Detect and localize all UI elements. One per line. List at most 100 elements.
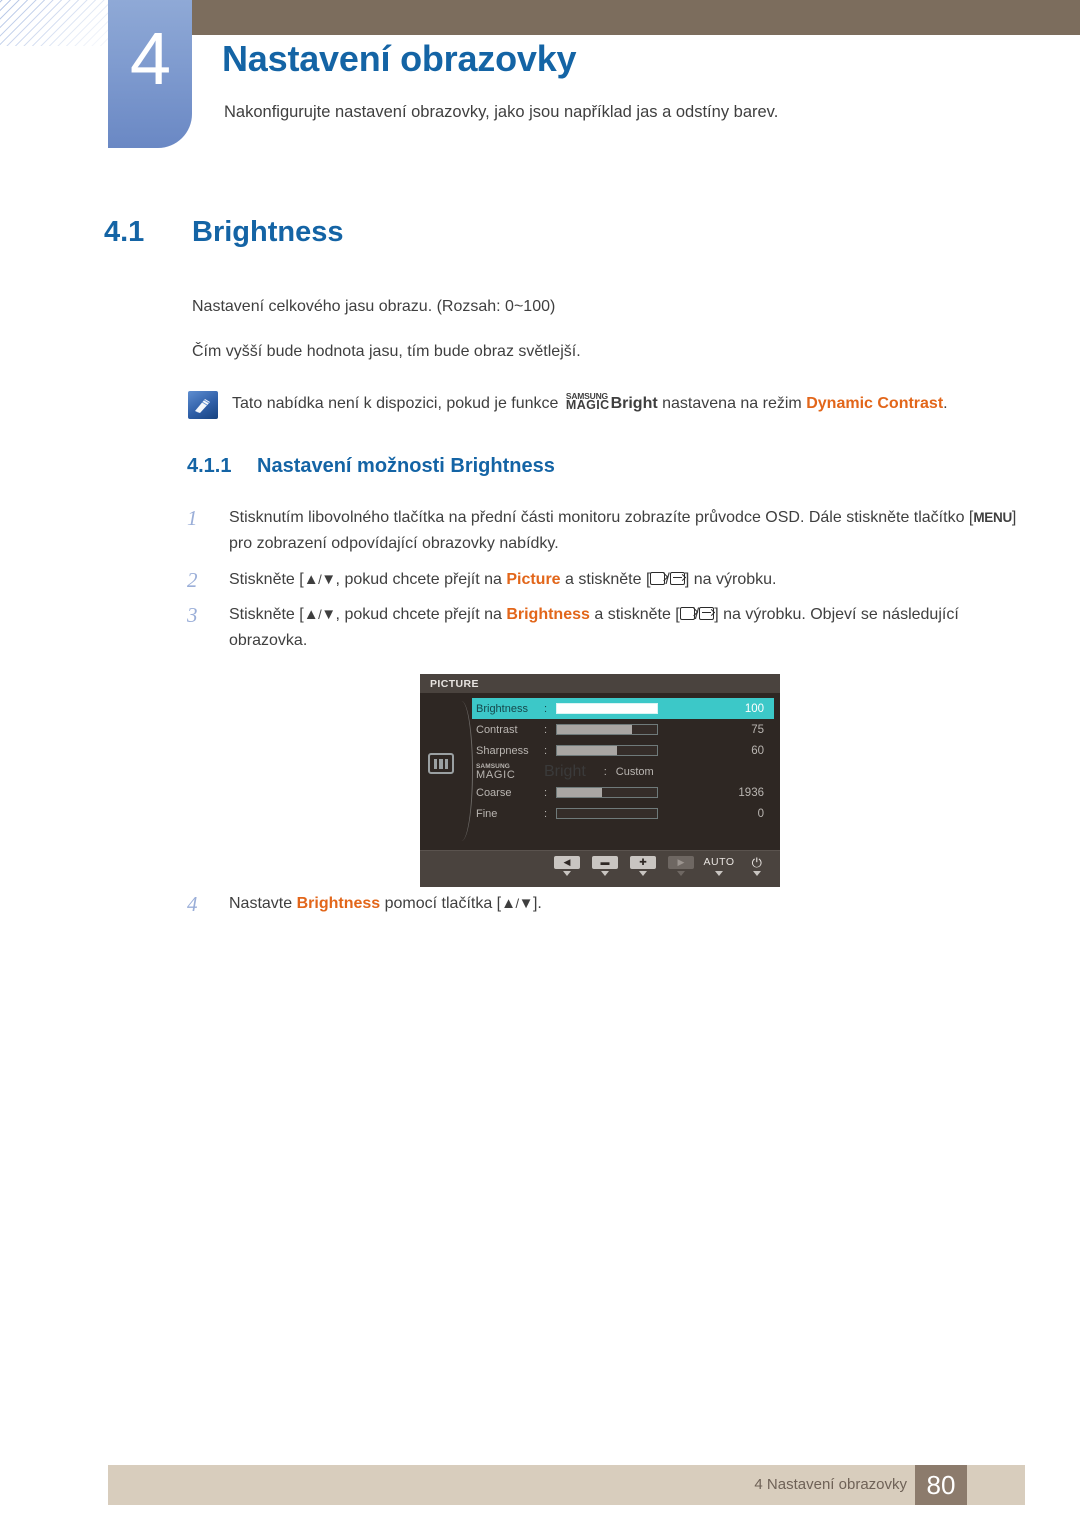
step-1-number: 1 — [187, 506, 198, 530]
button-tick — [601, 871, 609, 876]
osd-row-magicbright[interactable]: SAMSUNG MAGIC Bright : Custom — [472, 761, 774, 782]
osd-titlebar: PICTURE — [420, 674, 780, 693]
osd-value-contrast: 75 — [751, 723, 764, 736]
step-2-text-part-2: , pokud chcete přejít na — [335, 571, 502, 588]
button-tick — [715, 871, 723, 876]
minus-button[interactable]: ▬ — [592, 856, 618, 876]
osd-slider-contrast[interactable] — [556, 724, 658, 735]
osd-magic-suffix: Bright — [544, 762, 586, 780]
osd-label-coarse: Coarse — [476, 786, 512, 799]
osd-label-fine: Fine — [476, 807, 498, 820]
plus-button[interactable]: ✚ — [630, 856, 656, 876]
step-4-text-part-1: Nastavte — [229, 895, 293, 912]
button-tick — [563, 871, 571, 876]
picture-bars-icon — [428, 753, 454, 774]
footer-chapter-label: 4 Nastavení obrazovky — [754, 1476, 907, 1493]
step-2-text-part-1: Stiskněte [ — [229, 571, 304, 588]
step-3-highlight: Brightness — [506, 606, 590, 623]
step-4-text-part-3: ]. — [532, 895, 542, 912]
chapter-number: 4 — [129, 17, 171, 100]
osd-slider-fine[interactable] — [556, 808, 658, 819]
osd-rows: Brightness : 100 Contrast : 75 Sharpness… — [472, 698, 774, 824]
osd-label-brightness: Brightness — [476, 702, 528, 715]
osd-colon: : — [544, 702, 548, 715]
footer-page-number: 80 — [915, 1465, 967, 1505]
step-1-text-part-1: Stisknutím libovolného tlačítka na předn… — [229, 509, 974, 526]
section-paragraph-1: Nastavení celkového jasu obrazu. (Rozsah… — [192, 298, 556, 315]
enter-key-icon — [669, 572, 685, 585]
source-box-icon — [679, 607, 695, 620]
step-3-number: 3 — [187, 603, 198, 627]
subsection-title: Nastavení možnosti Brightness — [257, 455, 555, 477]
subsection-heading: 4.1.1 Nastavení možnosti Brightness — [187, 455, 555, 478]
step-2-highlight: Picture — [506, 571, 561, 588]
note-text-end: . — [943, 395, 948, 412]
footer-bar: 4 Nastavení obrazovky 80 — [108, 1465, 1025, 1505]
step-3: 3 Stiskněte [▲/▼, pokud chcete přejít na… — [187, 602, 1017, 654]
osd-curve-divider — [454, 701, 473, 841]
power-icon: ⏻ — [751, 855, 763, 870]
up-down-arrows-icon: ▲/▼ — [303, 606, 336, 623]
osd-slider-sharpness[interactable] — [556, 745, 658, 756]
chapter-subtitle: Nakonfigurujte nastavení obrazovky, jako… — [224, 103, 779, 121]
osd-slider-coarse[interactable] — [556, 787, 658, 798]
osd-magic-logo: SAMSUNG MAGIC — [476, 763, 544, 781]
osd-row-contrast[interactable]: Contrast : 75 — [472, 719, 774, 740]
section-number: 4.1 — [104, 216, 145, 248]
auto-label: AUTO — [703, 856, 735, 869]
osd-body: Brightness : 100 Contrast : 75 Sharpness… — [420, 693, 780, 848]
minus-icon: ▬ — [592, 856, 618, 869]
note-callout: Tato nabídka není k dispozici, pokud je … — [188, 389, 1008, 419]
section-title: Brightness — [192, 216, 344, 248]
step-2: 2 Stiskněte [▲/▼, pokud chcete přejít na… — [187, 567, 1017, 593]
auto-button[interactable]: AUTO — [703, 856, 735, 876]
osd-value-magicbright: Custom — [615, 765, 654, 778]
section-heading: 4.1 Brightness — [104, 216, 343, 249]
enter-key-icon — [699, 607, 715, 620]
osd-label-sharpness: Sharpness — [476, 744, 529, 757]
step-2-text-part-3: a stiskněte [ — [565, 571, 651, 588]
right-arrow-button[interactable]: ▶ — [668, 856, 694, 876]
osd-colon: : — [544, 744, 548, 757]
step-3-text-part-3: a stiskněte [ — [594, 606, 680, 623]
step-2-text-part-4: ] na výrobku. — [684, 571, 777, 588]
osd-row-sharpness[interactable]: Sharpness : 60 — [472, 740, 774, 761]
subsection-number: 4.1.1 — [187, 455, 232, 477]
osd-magic-main: MAGIC — [476, 768, 516, 781]
header-brown-bar — [192, 0, 1080, 35]
osd-row-fine[interactable]: Fine : 0 — [472, 803, 774, 824]
step-3-text-part-2: , pokud chcete přejít na — [335, 606, 502, 623]
left-arrow-icon: ◀ — [554, 856, 580, 869]
osd-slider-brightness[interactable] — [556, 703, 658, 714]
osd-row-brightness[interactable]: Brightness : 100 — [472, 698, 774, 719]
step-3-body: Stiskněte [▲/▼, pokud chcete přejít na B… — [229, 606, 959, 649]
osd-value-brightness: 100 — [744, 702, 764, 715]
magic-logo-bottom: MAGIC — [565, 398, 610, 412]
osd-screenshot: PICTURE Brightness : 100 Contrast : 75 S… — [420, 674, 780, 887]
step-3-text-part-1: Stiskněte [ — [229, 606, 304, 623]
osd-colon: : — [603, 765, 607, 778]
step-4-highlight: Brightness — [296, 895, 381, 912]
note-text-middle: nastavena na režim — [662, 395, 802, 412]
chapter-title: Nastavení obrazovky — [222, 38, 577, 79]
plus-icon: ✚ — [630, 856, 656, 869]
osd-footer: ◀ ▬ ✚ ▶ AUTO ⏻ — [420, 850, 780, 887]
osd-row-coarse[interactable]: Coarse : 1936 — [472, 782, 774, 803]
note-highlight: Dynamic Contrast — [806, 395, 944, 412]
up-down-arrows-icon: ▲/▼ — [501, 895, 533, 912]
osd-value-fine: 0 — [757, 807, 764, 820]
step-4-text-part-2: pomocí tlačítka [ — [384, 895, 502, 912]
step-1: 1 Stisknutím libovolného tlačítka na pře… — [187, 505, 1017, 557]
osd-value-sharpness: 60 — [751, 744, 764, 757]
up-down-arrows-icon: ▲/▼ — [303, 571, 336, 588]
left-arrow-button[interactable]: ◀ — [554, 856, 580, 876]
right-arrow-icon: ▶ — [668, 856, 694, 869]
magic-logo: SAMSUNG MAGIC — [565, 392, 610, 412]
note-text-before: Tato nabídka není k dispozici, pokud je … — [232, 395, 559, 412]
step-2-number: 2 — [187, 568, 198, 592]
menu-key-label: MENU — [973, 510, 1012, 525]
button-tick — [753, 871, 761, 876]
osd-colon: : — [544, 807, 548, 820]
power-button[interactable]: ⏻ — [744, 856, 770, 876]
button-tick — [639, 871, 647, 876]
